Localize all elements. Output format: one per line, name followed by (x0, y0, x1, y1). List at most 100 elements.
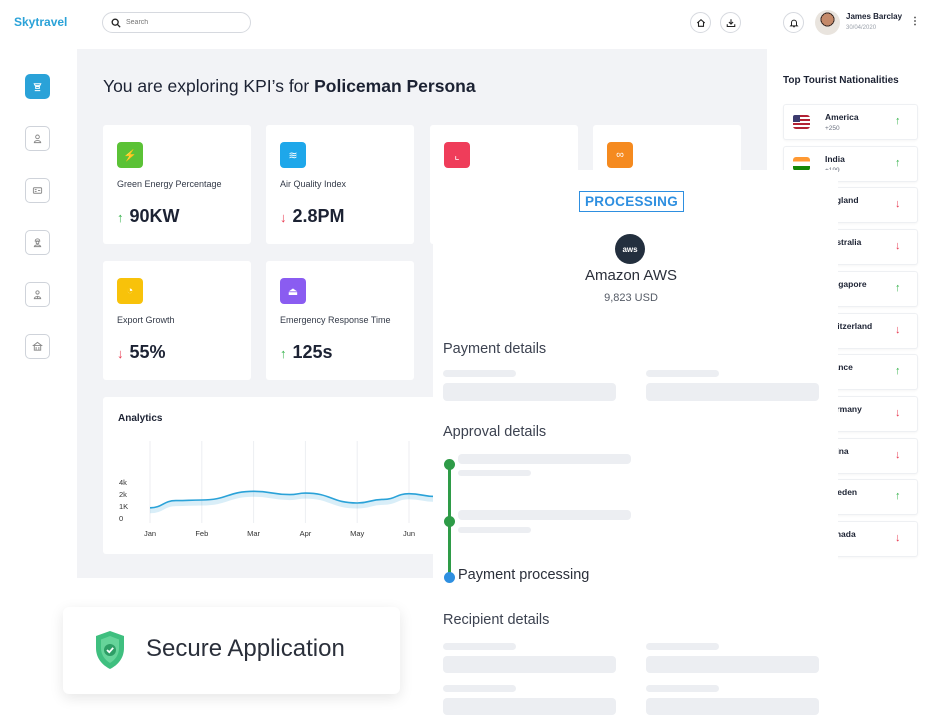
x-tick-label: Feb (195, 529, 208, 538)
id-card-icon (32, 187, 43, 194)
binoculars-icon: ∞ (607, 142, 633, 168)
trend-down-icon: ↓ (117, 346, 124, 361)
kpi-value-text: 90KW (129, 206, 180, 226)
merchant-name: Amazon AWS (585, 267, 677, 284)
kpi-value: ↓ 55% (117, 342, 166, 363)
series-shadow (149, 491, 435, 514)
y-tick-label: 4k (119, 478, 127, 487)
search-box[interactable] (102, 12, 251, 33)
shield-check-icon (96, 631, 124, 669)
payment-details-heading: Payment details (443, 341, 547, 357)
processing-panel: PROCESSING aws Amazon AWS 9,823 USD Paym… (433, 170, 838, 724)
kpi-value-text: 125s (292, 342, 333, 362)
skeleton-field (443, 656, 616, 673)
page-title-prefix: You are exploring KPI’s for (103, 76, 315, 96)
skeleton-field (646, 656, 819, 673)
skeleton-line (443, 370, 516, 377)
trend-up-icon: ↑ (895, 115, 901, 127)
skeleton-field (646, 698, 819, 715)
trend-up-icon: ↑ (117, 210, 124, 225)
country-count: +250 (825, 125, 840, 132)
skeleton-line (458, 454, 631, 464)
skeleton-line (443, 643, 516, 650)
trend-down-icon: ↓ (895, 406, 901, 419)
rail-persona-2-button[interactable] (25, 126, 50, 151)
secure-application-label: Secure Application (146, 635, 345, 662)
home-button[interactable] (690, 12, 711, 33)
x-tick-label: Jun (403, 529, 415, 538)
trend-up-icon: ↑ (280, 346, 287, 361)
trend-up-icon: ↑ (895, 156, 901, 169)
kpi-value: ↑ 90KW (117, 206, 180, 227)
kpi-card-export-growth[interactable]: ◔ Export Growth ↓ 55% (103, 261, 251, 380)
rail-persona-4-button[interactable] (25, 230, 50, 255)
alarm-icon: ⏏ (280, 278, 306, 304)
rail-persona-5-button[interactable] (25, 282, 50, 307)
step-current-dot (444, 572, 455, 583)
chart-icon: ⌞ (444, 142, 470, 168)
skeleton-line (646, 643, 719, 650)
analytics-card: Analytics 0 1K 2k 4k Jan Feb Mar Apr May Jun (103, 397, 453, 554)
kpi-label: Green Energy Percentage (117, 179, 222, 189)
kpi-value: ↑ 125s (280, 342, 333, 363)
recipient-details-heading: Recipient details (443, 612, 550, 628)
step-label-payment-processing: Payment processing (458, 567, 590, 583)
skeleton-line (646, 370, 719, 377)
skeleton-field (646, 383, 819, 401)
trend-up-icon: ↑ (895, 490, 901, 503)
trend-down-icon: ↓ (895, 323, 901, 336)
y-tick-label: 2k (119, 490, 127, 499)
kpi-card-emergency-response[interactable]: ⏏ Emergency Response Time ↑ 125s (266, 261, 414, 380)
user-avatar[interactable] (815, 10, 840, 35)
trend-down-icon: ↓ (895, 198, 901, 211)
y-tick-label: 0 (119, 514, 123, 523)
rail-persona-6-button[interactable] (25, 334, 50, 359)
download-icon (726, 18, 735, 27)
policeman-icon (33, 83, 42, 92)
country-name: India (825, 153, 845, 164)
analytics-line-chart: 0 1K 2k 4k Jan Feb Mar Apr May Jun (119, 441, 435, 538)
skeleton-line (458, 470, 531, 476)
brand-logo[interactable]: Skytravel (14, 15, 67, 29)
skeleton-line (443, 685, 516, 692)
persona-name: Policeman Persona (314, 76, 476, 96)
kpi-card-air-quality[interactable]: ≋ Air Quality Index ↓ 2.8PM (266, 125, 414, 244)
trend-down-icon: ↓ (895, 448, 901, 461)
trend-up-icon: ↑ (895, 365, 901, 378)
kpi-value: ↓ 2.8PM (280, 206, 345, 227)
more-menu-icon[interactable]: ⋮ (910, 16, 920, 27)
skeleton-line (458, 510, 631, 520)
skeleton-field (443, 698, 616, 715)
pie-icon: ◔ (117, 278, 143, 304)
y-tick-label: 1K (119, 502, 128, 511)
rail-policeman-button[interactable] (25, 74, 50, 99)
kpi-label: Export Growth (117, 315, 175, 325)
kpi-label: Air Quality Index (280, 179, 347, 189)
skeleton-field (443, 383, 616, 401)
doctor-icon (33, 290, 42, 300)
kpi-value-text: 55% (129, 342, 166, 362)
worker-icon (33, 238, 42, 248)
search-input[interactable] (126, 19, 236, 26)
home-icon (696, 18, 705, 27)
wind-icon: ≋ (280, 142, 306, 168)
nationality-row[interactable]: America +250 ↑ (783, 104, 918, 140)
notifications-button[interactable] (783, 12, 804, 33)
trend-down-icon: ↓ (895, 240, 901, 253)
user-date: 30/04/2020 (846, 25, 877, 31)
x-tick-label: Mar (247, 529, 260, 538)
building-icon (32, 341, 43, 351)
secure-application-card: Secure Application (63, 607, 400, 694)
user-name: James Barclay (846, 12, 903, 21)
trend-down-icon: ↓ (280, 210, 287, 225)
aws-logo: aws (615, 234, 645, 264)
search-icon (111, 18, 121, 28)
download-button[interactable] (720, 12, 741, 33)
approval-details-heading: Approval details (443, 424, 547, 440)
x-tick-label: May (350, 529, 364, 538)
india-flag-icon (793, 156, 810, 171)
kpi-label: Emergency Response Time (280, 315, 391, 325)
rail-id-card-button[interactable] (25, 178, 50, 203)
payment-amount: 9,823 USD (604, 292, 658, 304)
kpi-card-green-energy[interactable]: ⚡ Green Energy Percentage ↑ 90KW (103, 125, 251, 244)
